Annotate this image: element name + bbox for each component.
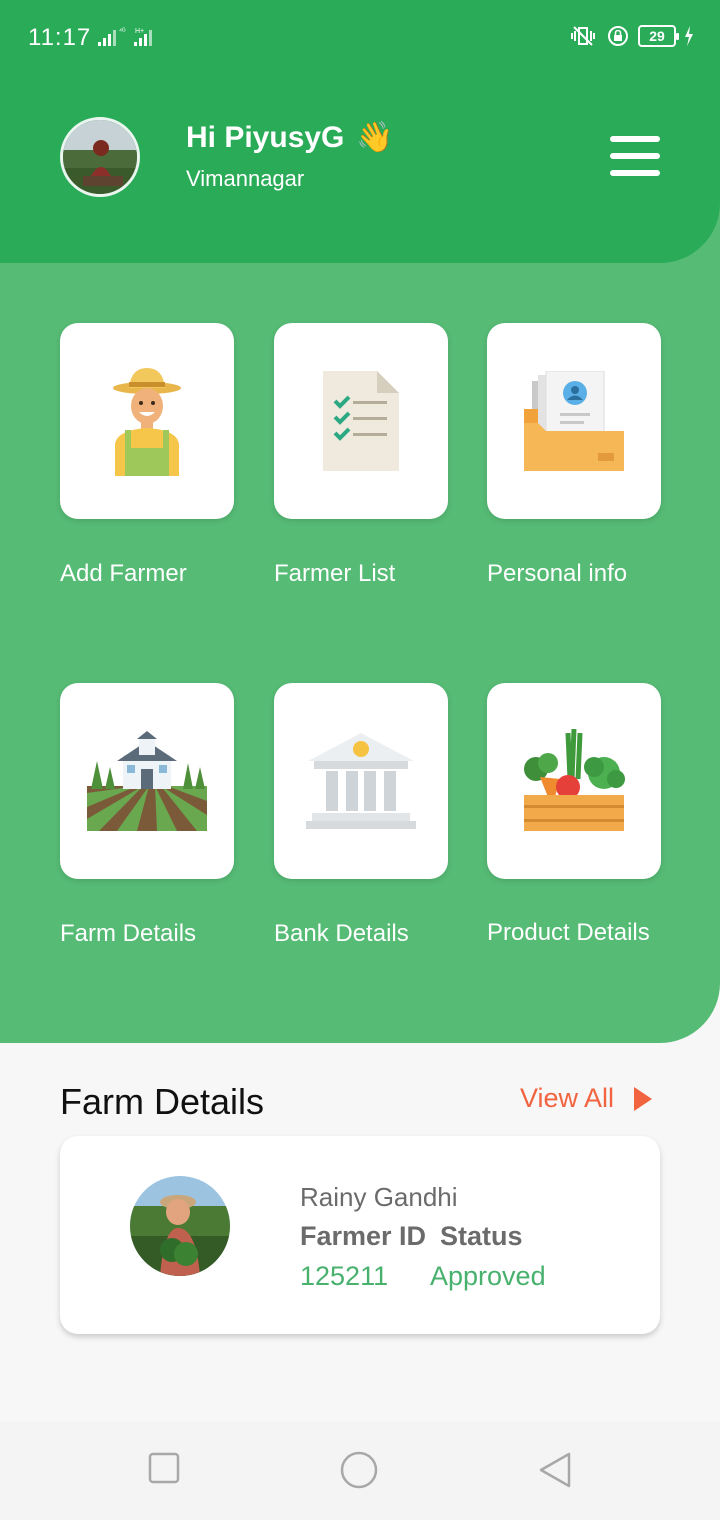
- tile-bank-details[interactable]: [274, 683, 448, 879]
- status-time: 11:17: [28, 24, 92, 51]
- farmer-id-label: Farmer ID: [300, 1221, 427, 1251]
- lock-rotation-icon: [608, 26, 628, 46]
- view-all-label: View All: [520, 1083, 615, 1113]
- status-bar: 11:17 ⁴ᴳ H+ 29: [0, 0, 720, 76]
- farm-icon: [87, 731, 207, 831]
- tile-label-product-details: Product Details: [487, 919, 650, 946]
- status-right-icons: 29: [568, 24, 694, 48]
- recent-apps-button[interactable]: [148, 1452, 180, 1484]
- tile-add-farmer[interactable]: [60, 323, 234, 519]
- farm-details-title: Farm Details: [60, 1081, 265, 1122]
- farmer-photo-icon: [130, 1176, 230, 1276]
- farmer-name: Rainy Gandhi: [300, 1182, 458, 1212]
- profile-folder-icon: [524, 371, 624, 471]
- vibrate-icon: [571, 26, 595, 46]
- system-navigation-bar: [0, 1422, 720, 1520]
- farmer-icon: [113, 368, 181, 476]
- greeting-row: Hi PiyusyG 👋: [186, 120, 394, 155]
- signal-icon: ⁴ᴳ H+: [98, 28, 152, 46]
- farmer-card[interactable]: Rainy Gandhi Farmer ID Status 125211 App…: [60, 1136, 660, 1334]
- tile-label-personal-info: Personal info: [487, 560, 628, 587]
- tile-label-add-farmer: Add Farmer: [60, 560, 187, 587]
- farmer-photo: [130, 1176, 230, 1276]
- greeting-text: Hi PiyusyG: [186, 120, 345, 154]
- tile-personal-info[interactable]: [487, 323, 661, 519]
- back-button[interactable]: [538, 1452, 572, 1488]
- farmer-id-value: 125211: [300, 1261, 389, 1291]
- svg-text:H+: H+: [135, 28, 144, 35]
- view-all-link[interactable]: View All: [520, 1083, 653, 1114]
- user-avatar[interactable]: [60, 117, 140, 197]
- tile-label-farmer-list: Farmer List: [274, 560, 396, 587]
- location-text: Vimannagar: [186, 166, 305, 191]
- battery-indicator: 29: [638, 25, 679, 47]
- charging-icon: [685, 26, 693, 46]
- bank-icon: [306, 733, 416, 829]
- home-button[interactable]: [340, 1451, 378, 1489]
- tile-farm-details[interactable]: [60, 683, 234, 879]
- status-value: Approved: [430, 1261, 546, 1291]
- tile-label-bank-details: Bank Details: [274, 920, 409, 947]
- checklist-icon: [323, 371, 399, 471]
- status-label: Status: [440, 1221, 523, 1251]
- hamburger-menu-icon[interactable]: [610, 136, 662, 180]
- tile-label-farm-details: Farm Details: [60, 920, 197, 947]
- tile-product-details[interactable]: [487, 683, 661, 879]
- wave-hand-icon: 👋: [356, 121, 394, 154]
- play-arrow-icon: [634, 1086, 653, 1111]
- svg-text:⁴ᴳ: ⁴ᴳ: [119, 28, 126, 35]
- tile-farmer-list[interactable]: [274, 323, 448, 519]
- vegetable-crate-icon: [524, 729, 625, 831]
